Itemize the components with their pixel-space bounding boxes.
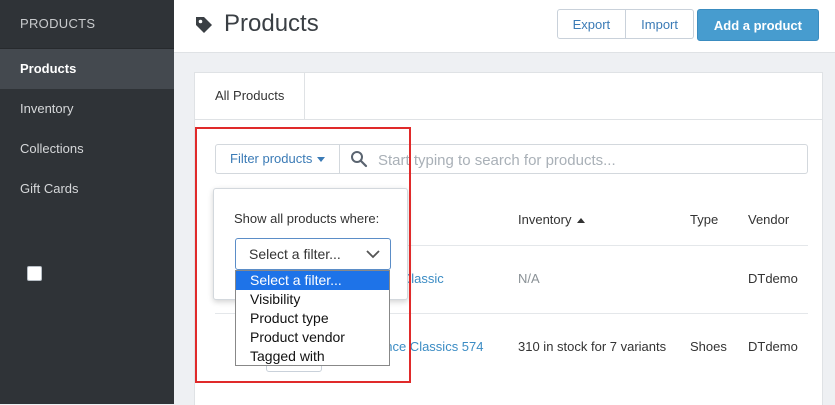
- tab-all-products[interactable]: All Products: [195, 73, 306, 119]
- page-header: Products Export Import Add a product: [174, 0, 835, 53]
- search-icon: [350, 150, 368, 168]
- row-checkbox[interactable]: [27, 266, 42, 281]
- filter-select[interactable]: Select a filter...: [235, 238, 391, 270]
- sidebar-brand: PRODUCTS: [0, 0, 174, 49]
- tag-icon: [194, 14, 214, 34]
- filter-option[interactable]: Product type: [236, 309, 389, 328]
- sidebar-item-gift-cards[interactable]: Gift Cards: [0, 169, 174, 209]
- sidebar-item-collections[interactable]: Collections: [0, 129, 174, 169]
- popover-label: Show all products where:: [234, 211, 380, 226]
- filter-bar: Filter products: [215, 144, 808, 174]
- type-cell: Shoes: [690, 339, 727, 354]
- search-input[interactable]: [376, 147, 800, 173]
- export-import-group: Export Import: [556, 9, 694, 39]
- filter-options-list: Select a filter... Visibility Product ty…: [235, 270, 390, 366]
- sidebar-item-inventory[interactable]: Inventory: [0, 89, 174, 129]
- tab-bar: All Products: [195, 73, 822, 120]
- filter-option[interactable]: Visibility: [236, 290, 389, 309]
- page-title-wrap: Products: [194, 10, 319, 38]
- vendor-cell: DTdemo: [748, 271, 798, 286]
- import-button[interactable]: Import: [626, 9, 694, 39]
- vendor-cell: DTdemo: [748, 339, 798, 354]
- filter-toggle-label: Filter products: [230, 151, 313, 166]
- inventory-cell: N/A: [518, 271, 540, 286]
- product-name-link[interactable]: ance Classics 574: [378, 339, 484, 354]
- inventory-cell: 310 in stock for 7 variants: [518, 339, 667, 354]
- filter-option[interactable]: Product vendor: [236, 328, 389, 347]
- caret-down-icon: [317, 156, 326, 162]
- inventory-header-label: Inventory: [518, 212, 572, 227]
- sort-ascending-icon: [577, 218, 586, 224]
- add-product-button[interactable]: Add a product: [696, 9, 819, 41]
- filter-option[interactable]: Select a filter...: [236, 271, 389, 290]
- chevron-down-icon: [366, 250, 380, 259]
- sidebar-item-products[interactable]: Products: [0, 49, 174, 89]
- filter-select-value: Select a filter...: [249, 246, 341, 262]
- column-header-type[interactable]: Type: [690, 212, 718, 227]
- filter-products-toggle[interactable]: Filter products: [216, 145, 341, 173]
- sidebar: PRODUCTS Products Inventory Collections …: [0, 0, 174, 404]
- filter-option[interactable]: Tagged with: [236, 347, 389, 366]
- page-title: Products: [224, 10, 319, 37]
- export-button[interactable]: Export: [556, 9, 627, 39]
- column-header-vendor[interactable]: Vendor: [748, 212, 789, 227]
- column-header-inventory[interactable]: Inventory: [518, 212, 586, 227]
